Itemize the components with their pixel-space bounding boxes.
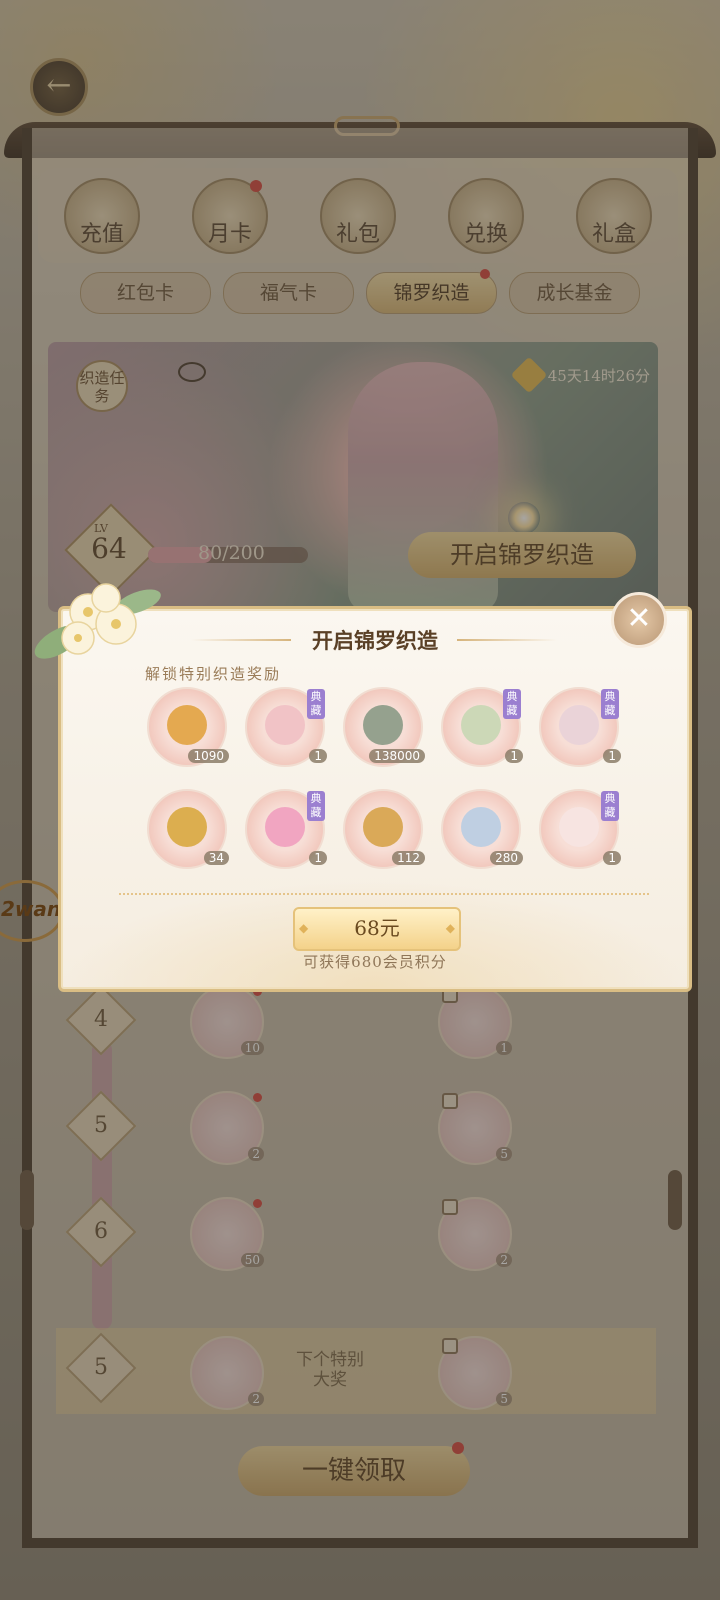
flower-accessory-icon [461, 705, 501, 745]
close-icon: ✕ [626, 601, 652, 636]
gold-chest-icon [363, 807, 403, 847]
reward-count: 280 [490, 851, 523, 865]
white-garment-icon [559, 807, 599, 847]
reward-item[interactable]: 典藏 1 [245, 789, 327, 869]
dotted-divider [119, 893, 649, 897]
silver-chest-icon [461, 807, 501, 847]
reward-item[interactable]: 34 [147, 789, 229, 869]
reward-count: 1 [505, 749, 523, 763]
purchase-button[interactable]: 68元 [293, 907, 461, 951]
reward-item[interactable]: 典藏 1 [245, 687, 327, 767]
collection-tag: 典藏 [307, 689, 325, 719]
collection-tag: 典藏 [503, 689, 521, 719]
reward-item[interactable]: 典藏 1 [441, 687, 523, 767]
reward-count: 34 [203, 851, 229, 865]
reward-count: 112 [392, 851, 425, 865]
reward-count: 138000 [369, 749, 425, 763]
reward-item[interactable]: 280 [441, 789, 523, 869]
gold-coin-icon [167, 705, 207, 745]
reward-item[interactable]: 典藏 1 [539, 687, 621, 767]
reward-item[interactable]: 1090 [147, 687, 229, 767]
reward-count: 1 [603, 851, 621, 865]
collection-tag: 典藏 [601, 689, 619, 719]
collection-tag: 典藏 [601, 791, 619, 821]
reward-count: 1090 [188, 749, 229, 763]
reward-item[interactable]: 典藏 1 [539, 789, 621, 869]
reward-item[interactable]: 112 [343, 789, 425, 869]
copper-coin-icon [363, 705, 403, 745]
reward-item[interactable]: 138000 [343, 687, 425, 767]
reward-count: 1 [603, 749, 621, 763]
shoe-icon [559, 705, 599, 745]
reward-count: 1 [309, 851, 327, 865]
reward-count: 1 [309, 749, 327, 763]
hair-ornament-icon [265, 705, 305, 745]
pink-hairstyle-icon [265, 807, 305, 847]
incense-bundle-icon [167, 807, 207, 847]
flower-decoration-icon [34, 583, 161, 659]
close-button[interactable]: ✕ [611, 592, 667, 648]
points-gain-text: 可获得680会员积分 [303, 953, 447, 971]
collection-tag: 典藏 [307, 791, 325, 821]
watermark-text: 2wan [1, 897, 62, 921]
